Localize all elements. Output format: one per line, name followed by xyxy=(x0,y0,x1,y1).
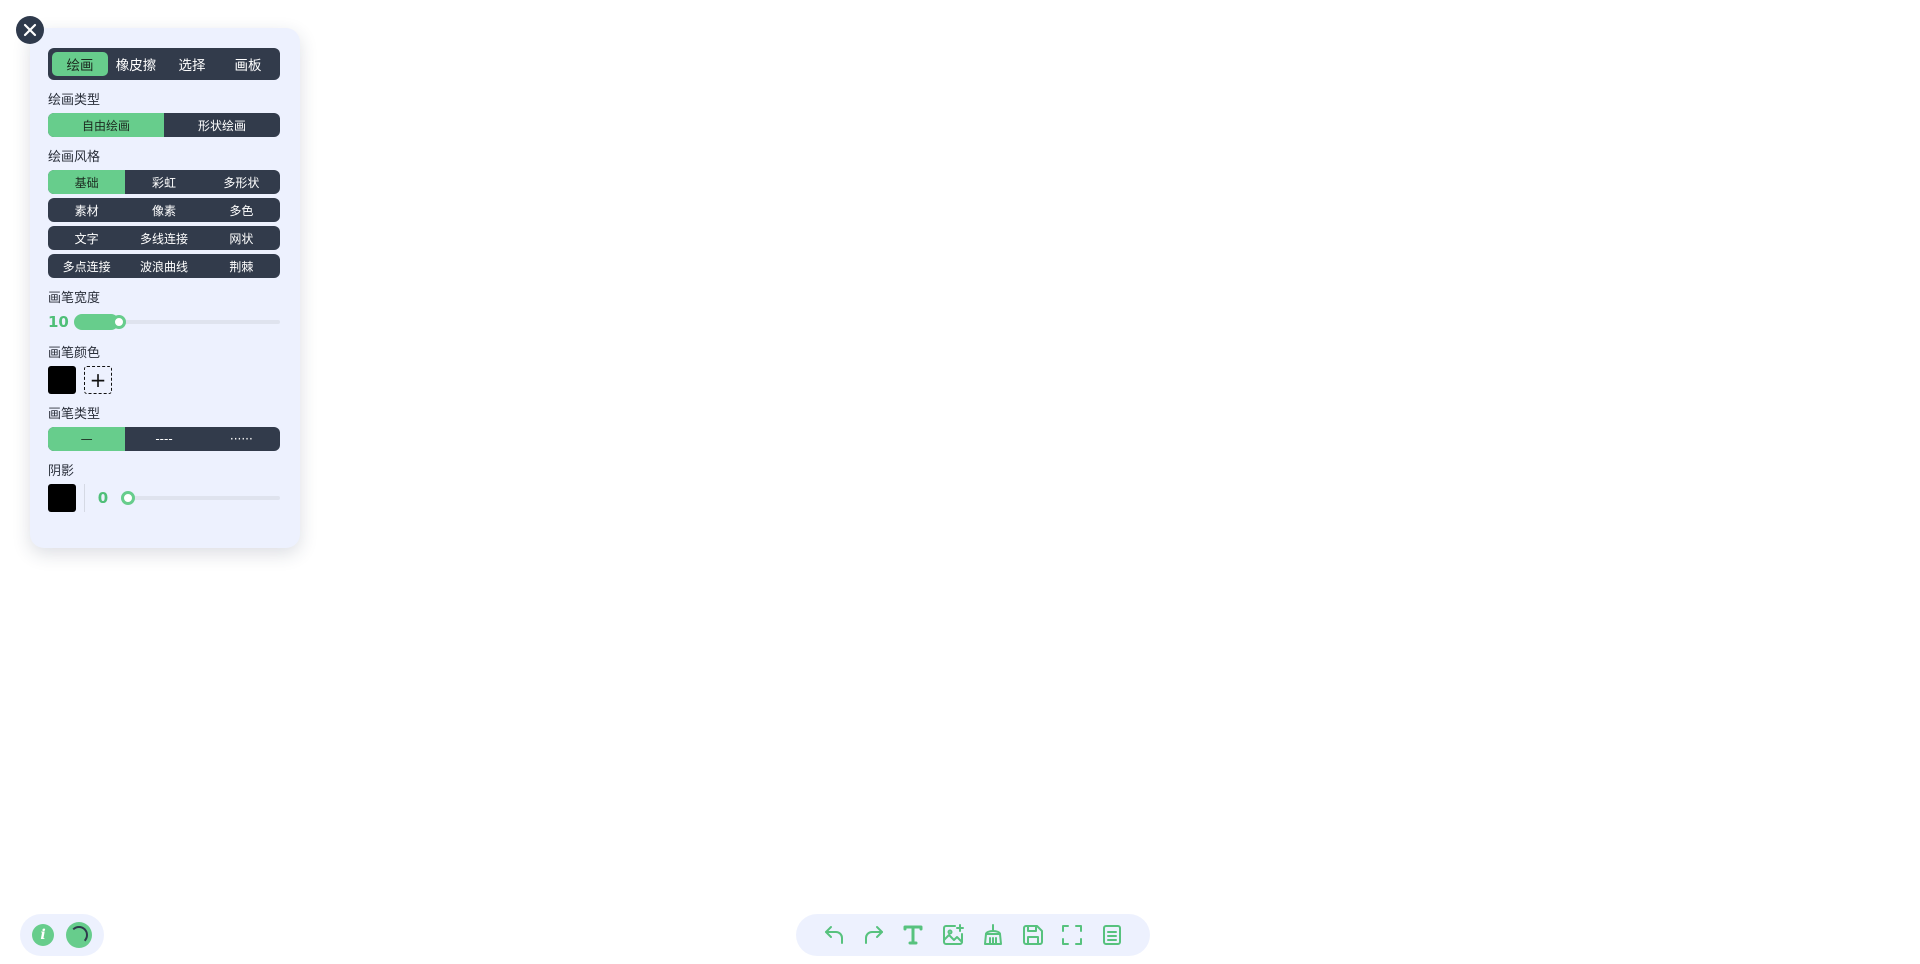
close-icon xyxy=(23,23,37,37)
line-type-solid[interactable]: — xyxy=(48,427,126,451)
shadow-value: 0 xyxy=(97,489,109,507)
brush-color-swatch[interactable] xyxy=(48,366,76,394)
style-multi-color[interactable]: 多色 xyxy=(203,198,280,222)
bottom-toolbar xyxy=(796,914,1150,956)
shadow-label: 阴影 xyxy=(48,464,75,479)
undo-icon xyxy=(824,926,843,944)
layers-icon xyxy=(1103,925,1122,945)
brush-color-label: 画笔颜色 xyxy=(48,346,101,361)
image-add-button[interactable] xyxy=(939,921,967,949)
plus-icon: + xyxy=(89,368,107,392)
fullscreen-icon xyxy=(1062,925,1083,945)
tab-select[interactable]: 选择 xyxy=(164,52,220,76)
draw-style-row-3: 文字 多线连接 网状 xyxy=(48,226,280,250)
brush-width-slider: 10 xyxy=(48,311,280,333)
draw-style-row-2: 素材 像素 多色 xyxy=(48,198,280,222)
shadow-handle[interactable] xyxy=(121,491,135,505)
brush-width-handle[interactable] xyxy=(112,315,127,329)
tab-board[interactable]: 画板 xyxy=(220,52,276,76)
line-type-dashed[interactable]: ---- xyxy=(125,427,202,451)
save-icon xyxy=(1022,925,1043,945)
save-button[interactable] xyxy=(1019,921,1047,949)
style-multi-point[interactable]: 多点连接 xyxy=(48,254,125,278)
draw-style-label: 绘画风格 xyxy=(48,150,101,165)
info-icon: i xyxy=(40,927,46,943)
style-pixel[interactable]: 像素 xyxy=(125,198,202,222)
redo-icon xyxy=(864,926,883,944)
tab-eraser[interactable]: 橡皮擦 xyxy=(108,52,164,76)
mode-tabs: 绘画 橡皮擦 选择 画板 xyxy=(48,48,280,80)
style-wave-curve[interactable]: 波浪曲线 xyxy=(125,254,202,278)
text-button[interactable] xyxy=(899,921,927,949)
undo-button[interactable] xyxy=(820,921,848,949)
draw-style-row-4: 多点连接 波浪曲线 荆棘 xyxy=(48,254,280,278)
style-multi-shape[interactable]: 多形状 xyxy=(203,170,280,194)
bottom-left-controls: i xyxy=(20,914,104,956)
brush-width-label: 画笔宽度 xyxy=(48,291,101,306)
drawing-settings-panel: 绘画 橡皮擦 选择 画板 绘画类型 自由绘画 形状绘画 绘画风格 基础 彩虹 多… xyxy=(30,28,300,548)
draw-type-label: 绘画类型 xyxy=(48,93,101,108)
shadow-color-swatch[interactable] xyxy=(48,484,76,512)
shadow-track[interactable] xyxy=(121,491,280,505)
style-rainbow[interactable]: 彩虹 xyxy=(125,170,202,194)
style-text[interactable]: 文字 xyxy=(48,226,125,250)
style-thorn[interactable]: 荆棘 xyxy=(203,254,280,278)
line-type-dotted[interactable]: ······ xyxy=(203,427,280,451)
line-type-selector: — ---- ······ xyxy=(48,427,280,451)
brush-width-value: 10 xyxy=(48,313,69,331)
line-type-label: 画笔类型 xyxy=(48,407,101,422)
layers-button[interactable] xyxy=(1098,921,1126,949)
close-panel-button[interactable] xyxy=(16,16,44,44)
brush-width-track[interactable] xyxy=(74,314,280,330)
shadow-row: 0 xyxy=(48,484,280,512)
clean-button[interactable] xyxy=(979,921,1007,949)
divider xyxy=(84,484,85,512)
style-material[interactable]: 素材 xyxy=(48,198,125,222)
brush-color-row: + xyxy=(48,366,280,394)
style-mesh[interactable]: 网状 xyxy=(203,226,280,250)
add-color-button[interactable]: + xyxy=(84,366,112,394)
draw-style-row-1: 基础 彩虹 多形状 xyxy=(48,170,280,194)
theme-toggle-button[interactable] xyxy=(66,922,92,948)
style-multi-line[interactable]: 多线连接 xyxy=(125,226,202,250)
draw-type-free[interactable]: 自由绘画 xyxy=(48,113,164,137)
clean-icon xyxy=(983,924,1002,945)
draw-type-selector: 自由绘画 形状绘画 xyxy=(48,113,280,137)
info-button[interactable]: i xyxy=(32,924,54,946)
image-add-icon xyxy=(943,924,965,945)
redo-button[interactable] xyxy=(860,921,888,949)
fullscreen-button[interactable] xyxy=(1058,921,1086,949)
text-icon xyxy=(903,925,923,945)
style-basic[interactable]: 基础 xyxy=(48,170,126,194)
tab-draw[interactable]: 绘画 xyxy=(52,52,108,76)
draw-type-shape[interactable]: 形状绘画 xyxy=(164,113,280,137)
